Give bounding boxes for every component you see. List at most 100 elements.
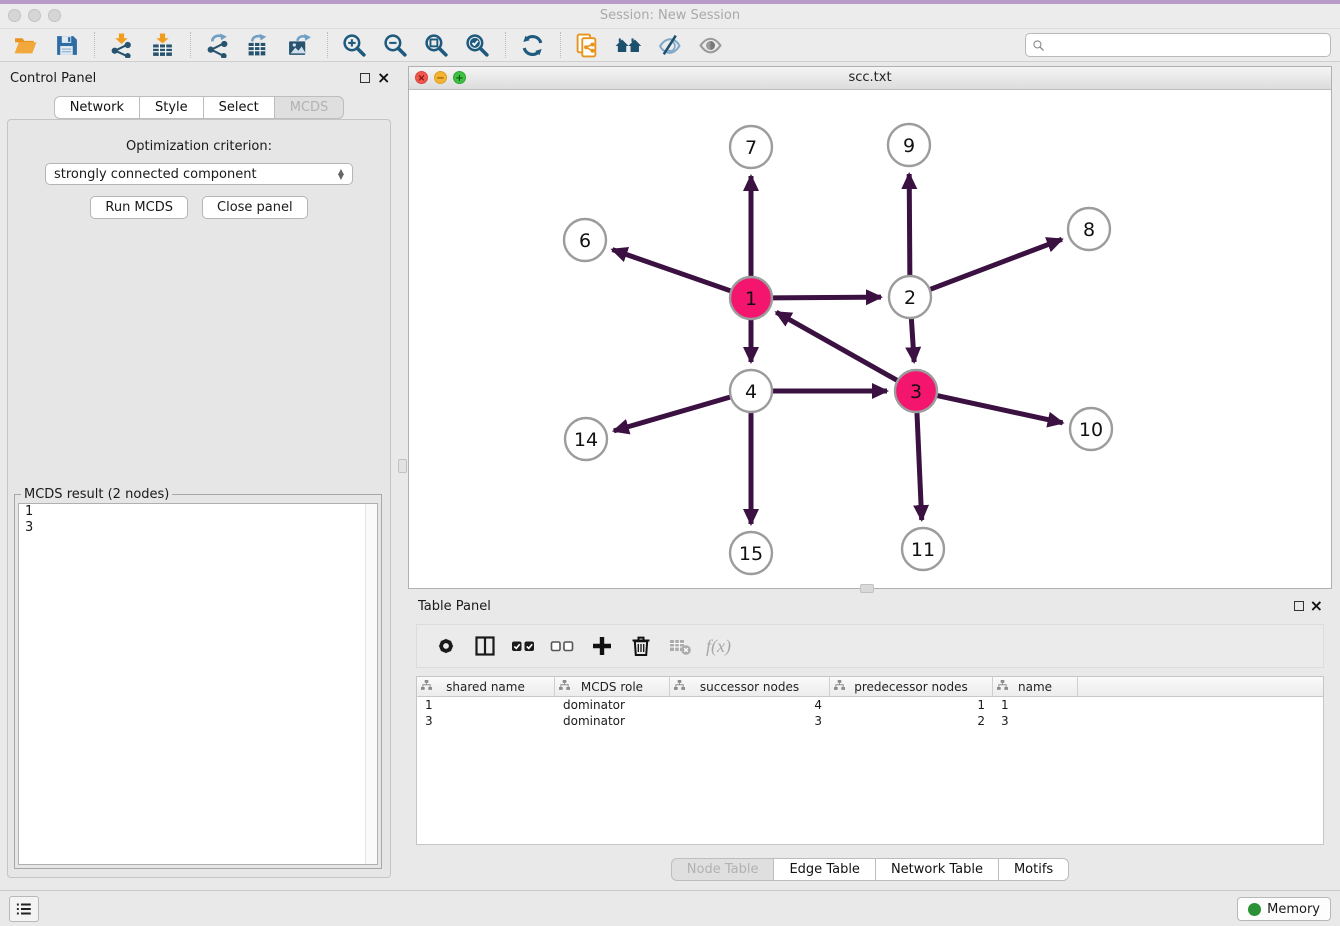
- column-header-shared-name[interactable]: shared name: [417, 677, 555, 696]
- edge-3-10[interactable]: [937, 395, 1063, 422]
- export-image-button[interactable]: [284, 30, 314, 60]
- edge-3-11[interactable]: [917, 412, 922, 520]
- unchecked-boxes-icon: [550, 637, 576, 655]
- search-field-container: [1025, 33, 1331, 57]
- table-cell: 3: [670, 714, 830, 728]
- node-7[interactable]: 7: [730, 126, 772, 168]
- tab-motifs[interactable]: Motifs: [998, 858, 1069, 881]
- table-row[interactable]: 3dominator323: [417, 713, 1323, 729]
- open-folder-icon: [13, 33, 38, 58]
- toolbar-separator: [327, 32, 329, 58]
- close-table-panel-icon[interactable]: ×: [1310, 600, 1323, 612]
- zoom-out-button[interactable]: [380, 30, 410, 60]
- mcds-result-group: MCDS result (2 nodes) 13: [14, 494, 382, 869]
- float-table-panel-icon[interactable]: [1294, 601, 1304, 611]
- add-row-button[interactable]: [587, 632, 617, 660]
- table-header-row: shared nameMCDS rolesuccessor nodesprede…: [417, 677, 1323, 697]
- node-8[interactable]: 8: [1068, 208, 1110, 250]
- split-table-button[interactable]: [470, 632, 500, 660]
- zoom-in-button[interactable]: [339, 30, 369, 60]
- node-14[interactable]: 14: [565, 418, 607, 460]
- two-houses-icon: [614, 33, 643, 58]
- node-11[interactable]: 11: [902, 528, 944, 570]
- network-canvas[interactable]: 1 2 3 4 6 7 8 9 10 11 14 15: [409, 89, 1331, 589]
- tab-node-table[interactable]: Node Table: [671, 858, 775, 881]
- first-neighbors-button[interactable]: [613, 30, 643, 60]
- export-table-icon: [246, 33, 271, 58]
- open-session-button[interactable]: [10, 30, 40, 60]
- split-columns-icon: [473, 634, 497, 658]
- zoom-selected-button[interactable]: [462, 30, 492, 60]
- node-4[interactable]: 4: [730, 370, 772, 412]
- edge-2-3[interactable]: [911, 318, 914, 362]
- mcds-result-value: 3: [19, 520, 377, 536]
- sort-hierarchy-icon: [997, 680, 1008, 694]
- select-chevrons-icon: ▲▼: [338, 169, 344, 179]
- checked-boxes-icon: [511, 637, 537, 655]
- node-15[interactable]: 15: [730, 532, 772, 574]
- node-3[interactable]: 3: [895, 370, 937, 412]
- close-panel-button[interactable]: Close panel: [202, 196, 308, 219]
- select-all-button[interactable]: [509, 632, 539, 660]
- search-input[interactable]: [1049, 37, 1324, 54]
- memory-button[interactable]: Memory: [1237, 897, 1331, 921]
- edge-4-14[interactable]: [614, 397, 731, 431]
- import-table-button[interactable]: [147, 30, 177, 60]
- tab-network[interactable]: Network: [54, 96, 140, 119]
- refresh-button[interactable]: [517, 30, 547, 60]
- session-title: Session: New Session: [0, 8, 1340, 23]
- node-6[interactable]: 6: [564, 219, 606, 261]
- table-panel: Table Panel × f(x) shared nameMCDS roles…: [408, 596, 1332, 886]
- delete-row-button[interactable]: [626, 632, 656, 660]
- node-2[interactable]: 2: [889, 276, 931, 318]
- table-body: 1dominator4113dominator323: [417, 697, 1323, 729]
- column-settings-button[interactable]: [431, 632, 461, 660]
- control-panel: Control Panel × NetworkStyleSelectMCDS O…: [0, 62, 398, 886]
- save-session-button[interactable]: [51, 30, 81, 60]
- new-network-from-selection-button[interactable]: [572, 30, 602, 60]
- node-10[interactable]: 10: [1070, 408, 1112, 450]
- sort-hierarchy-icon: [421, 680, 432, 694]
- column-header-predecessor-nodes[interactable]: predecessor nodes: [830, 677, 993, 696]
- tab-network-table[interactable]: Network Table: [875, 858, 999, 881]
- tab-style[interactable]: Style: [139, 96, 204, 119]
- sort-hierarchy-icon: [559, 680, 570, 694]
- horizontal-splitter-handle[interactable]: [860, 584, 874, 593]
- table-cell: 4: [670, 698, 830, 712]
- tab-mcds[interactable]: MCDS: [274, 96, 345, 119]
- optimization-criterion-select[interactable]: strongly connected component ▲▼: [45, 163, 353, 185]
- main-toolbar: [0, 29, 1340, 62]
- hide-selected-button[interactable]: [654, 30, 684, 60]
- export-network-button[interactable]: [202, 30, 232, 60]
- column-header-MCDS-role[interactable]: MCDS role: [555, 677, 670, 696]
- vertical-splitter-handle[interactable]: [398, 459, 407, 473]
- column-header-name[interactable]: name: [993, 677, 1078, 696]
- edge-1-6[interactable]: [612, 250, 731, 292]
- clear-selection-button[interactable]: [548, 632, 578, 660]
- svg-text:8: 8: [1083, 219, 1095, 241]
- task-history-button[interactable]: [9, 896, 39, 922]
- node-table: shared nameMCDS rolesuccessor nodesprede…: [416, 676, 1324, 845]
- run-mcds-button[interactable]: Run MCDS: [90, 196, 188, 219]
- export-table-button[interactable]: [243, 30, 273, 60]
- edge-2-8[interactable]: [930, 239, 1062, 289]
- table-row[interactable]: 1dominator411: [417, 697, 1323, 713]
- show-all-button[interactable]: [695, 30, 725, 60]
- column-header-successor-nodes[interactable]: successor nodes: [670, 677, 830, 696]
- edge-3-1[interactable]: [776, 312, 897, 380]
- result-scrollbar[interactable]: [365, 504, 377, 864]
- node-1[interactable]: 1: [730, 277, 772, 319]
- node-9[interactable]: 9: [888, 124, 930, 166]
- edge-1-2[interactable]: [772, 297, 881, 298]
- svg-text:3: 3: [910, 381, 922, 403]
- edge-2-9[interactable]: [909, 174, 910, 276]
- zoom-fit-button[interactable]: [421, 30, 451, 60]
- mcds-result-title: MCDS result (2 nodes): [21, 487, 172, 502]
- tab-select[interactable]: Select: [203, 96, 275, 119]
- import-network-button[interactable]: [106, 30, 136, 60]
- float-panel-icon[interactable]: [360, 73, 370, 83]
- eye-icon: [698, 33, 723, 58]
- close-panel-icon[interactable]: ×: [377, 72, 390, 84]
- tab-edge-table[interactable]: Edge Table: [773, 858, 875, 881]
- gear-icon: [434, 634, 458, 658]
